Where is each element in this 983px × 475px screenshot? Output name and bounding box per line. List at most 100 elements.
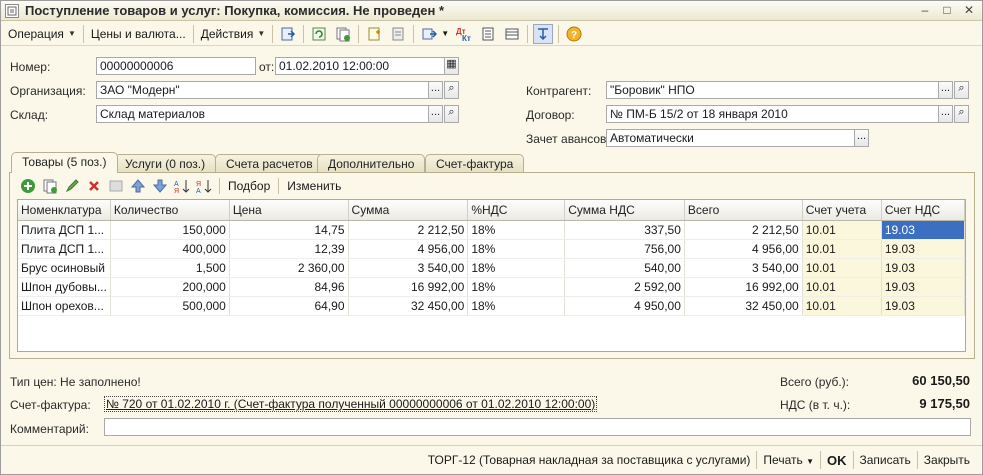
sort-desc-icon[interactable]: ЯА: [194, 176, 214, 196]
prices-currency-button[interactable]: Цены и валюта...: [87, 24, 190, 44]
table-row[interactable]: Плита ДСП 1... 150,000 14,75 2 212,50 18…: [18, 220, 965, 240]
column-header[interactable]: Номенклатура: [18, 200, 111, 221]
calendar-icon[interactable]: ▦: [444, 57, 459, 75]
new-doc-icon[interactable]: [364, 24, 384, 44]
advance-select-button[interactable]: ...: [854, 129, 869, 147]
warehouse-search-icon[interactable]: ⌕: [444, 105, 459, 123]
column-header[interactable]: Сумма: [348, 200, 469, 221]
table-cell[interactable]: 4 950,00: [564, 296, 685, 316]
post-icon[interactable]: [278, 24, 298, 44]
table-cell[interactable]: Плита ДСП 1...: [18, 220, 111, 240]
sort-asc-icon[interactable]: АЯ: [172, 176, 192, 196]
table-cell[interactable]: 10.01: [802, 258, 882, 278]
table-row[interactable]: Шпон орехов... 500,000 64,90 32 450,00 1…: [18, 296, 965, 316]
list-icon[interactable]: [502, 24, 522, 44]
table-cell[interactable]: 84,96: [229, 277, 349, 297]
tab-goods[interactable]: Товары (5 поз.): [11, 152, 118, 173]
number-field[interactable]: 00000000006: [96, 57, 256, 75]
table-cell[interactable]: 4 956,00: [684, 239, 803, 259]
table-cell[interactable]: 12,39: [229, 239, 349, 259]
exchange-icon[interactable]: [419, 24, 439, 44]
warehouse-select-button[interactable]: ...: [428, 105, 443, 123]
organization-field[interactable]: ЗАО "Модерн": [96, 81, 429, 99]
table-cell[interactable]: 19.03: [881, 296, 965, 316]
table-cell[interactable]: 756,00: [564, 239, 685, 259]
table-row[interactable]: Шпон дубовы... 200,000 84,96 16 992,00 1…: [18, 277, 965, 297]
copy-row-icon[interactable]: [40, 176, 60, 196]
table-cell[interactable]: Шпон орехов...: [18, 296, 111, 316]
table-cell[interactable]: 18%: [467, 296, 566, 316]
counterparty-select-button[interactable]: ...: [938, 81, 953, 99]
table-cell[interactable]: 10.01: [802, 296, 882, 316]
table-cell[interactable]: 32 450,00: [348, 296, 469, 316]
date-field[interactable]: 01.02.2010 12:00:00: [275, 57, 445, 75]
table-cell[interactable]: 64,90: [229, 296, 349, 316]
table-cell[interactable]: 2 360,00: [229, 258, 349, 278]
dt-kt-icon[interactable]: Дт Кт: [454, 24, 474, 44]
column-header[interactable]: Количество: [110, 200, 230, 221]
move-up-icon[interactable]: [128, 176, 148, 196]
organization-search-icon[interactable]: ⌕: [444, 81, 459, 99]
docs-icon[interactable]: [388, 24, 408, 44]
table-cell[interactable]: Брус осиновый: [18, 258, 111, 278]
table-cell[interactable]: 4 956,00: [348, 239, 469, 259]
report-icon[interactable]: [478, 24, 498, 44]
table-cell[interactable]: 18%: [467, 220, 566, 240]
minimize-button[interactable]: –: [916, 3, 934, 18]
table-cell[interactable]: Шпон дубовы...: [18, 277, 111, 297]
table-cell[interactable]: 19.03: [881, 277, 965, 297]
tab-invoice[interactable]: Счет-фактура: [425, 154, 525, 172]
move-down-icon[interactable]: [150, 176, 170, 196]
column-header[interactable]: Счет учета: [802, 200, 882, 221]
table-cell[interactable]: 16 992,00: [348, 277, 469, 297]
organization-select-button[interactable]: ...: [428, 81, 443, 99]
tab-additional[interactable]: Дополнительно: [317, 154, 426, 172]
column-header[interactable]: Всего: [684, 200, 803, 221]
ok-button[interactable]: OK: [821, 453, 853, 468]
delete-row-icon[interactable]: [84, 176, 104, 196]
add-row-icon[interactable]: [18, 176, 38, 196]
tree-icon[interactable]: [533, 23, 554, 44]
comment-field[interactable]: [104, 418, 971, 436]
table-cell[interactable]: 19.03: [881, 220, 965, 240]
table-cell[interactable]: 16 992,00: [684, 277, 803, 297]
table-row[interactable]: Брус осиновый 1,500 2 360,00 3 540,00 18…: [18, 258, 965, 278]
maximize-button[interactable]: □: [938, 3, 956, 18]
table-cell[interactable]: 18%: [467, 239, 566, 259]
column-header[interactable]: Счет НДС: [881, 200, 965, 221]
table-cell[interactable]: 500,000: [110, 296, 230, 316]
table-cell[interactable]: 19.03: [881, 258, 965, 278]
table-cell[interactable]: 10.01: [802, 239, 882, 259]
edit-row-icon[interactable]: [62, 176, 82, 196]
close-window-button[interactable]: ✕: [960, 3, 978, 18]
table-cell[interactable]: 2 212,50: [684, 220, 803, 240]
advance-field[interactable]: Автоматически: [606, 129, 855, 147]
table-cell[interactable]: Плита ДСП 1...: [18, 239, 111, 259]
contract-field[interactable]: № ПМ-Б 15/2 от 18 января 2010: [606, 105, 939, 123]
table-cell[interactable]: 32 450,00: [684, 296, 803, 316]
invoice-link[interactable]: № 720 от 01.02.2010 г. (Счет-фактура пол…: [104, 396, 598, 412]
table-row[interactable]: Плита ДСП 1... 400,000 12,39 4 956,00 18…: [18, 239, 965, 259]
actions-menu-button[interactable]: Действия ▼: [197, 24, 270, 44]
tab-services[interactable]: Услуги (0 поз.): [114, 154, 217, 172]
table-cell[interactable]: 540,00: [564, 258, 685, 278]
table-cell[interactable]: 1,500: [110, 258, 230, 278]
table-cell[interactable]: 18%: [467, 277, 566, 297]
counterparty-field[interactable]: "Боровик" НПО: [606, 81, 939, 99]
table-cell[interactable]: 3 540,00: [348, 258, 469, 278]
table-cell[interactable]: 19.03: [881, 239, 965, 259]
torg12-print-button[interactable]: ТОРГ-12 (Товарная накладная за поставщик…: [422, 453, 757, 467]
refresh-icon[interactable]: [309, 24, 329, 44]
table-cell[interactable]: 2 212,50: [348, 220, 469, 240]
table-cell[interactable]: 14,75: [229, 220, 349, 240]
close-button[interactable]: Закрыть: [918, 453, 976, 467]
change-button[interactable]: Изменить: [282, 179, 346, 193]
help-icon[interactable]: ?: [564, 24, 584, 44]
table-cell[interactable]: 3 540,00: [684, 258, 803, 278]
table-cell[interactable]: 337,50: [564, 220, 685, 240]
column-header[interactable]: Цена: [229, 200, 349, 221]
table-cell[interactable]: 18%: [467, 258, 566, 278]
group-icon[interactable]: [106, 176, 126, 196]
table-cell[interactable]: 10.01: [802, 220, 882, 240]
table-cell[interactable]: 200,000: [110, 277, 230, 297]
